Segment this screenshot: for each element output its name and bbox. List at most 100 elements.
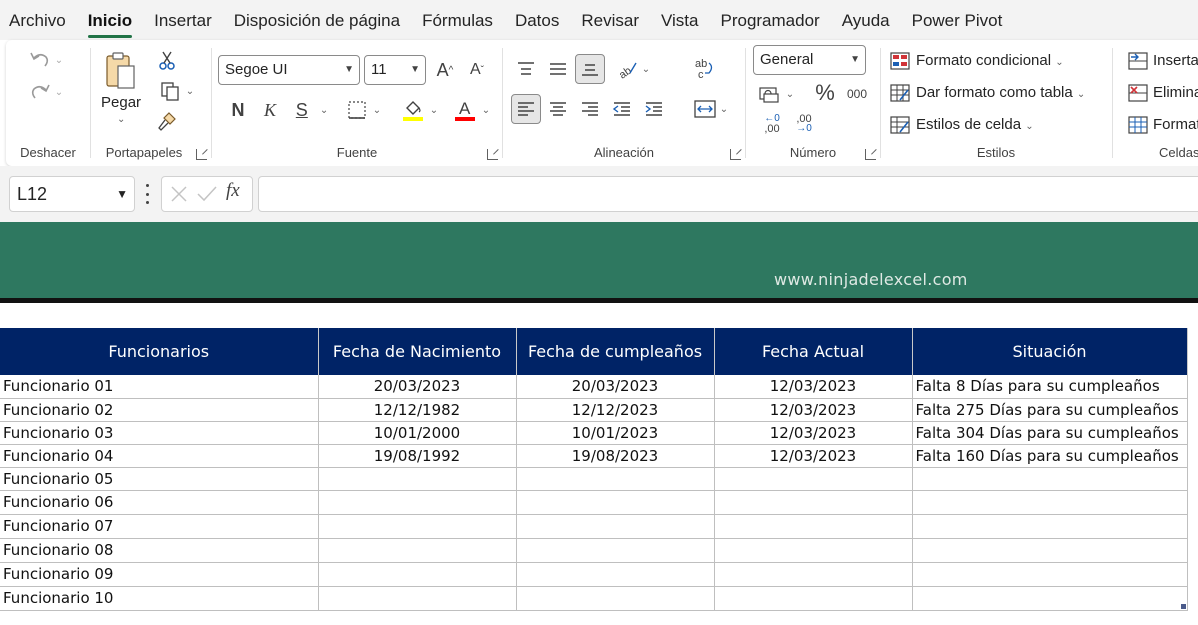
font-color-button[interactable]: A ⌄	[450, 96, 494, 124]
header-fecha-actual[interactable]: Fecha Actual	[714, 328, 913, 375]
format-painter-icon[interactable]	[155, 110, 179, 132]
cut-icon[interactable]	[155, 50, 179, 72]
cell-situacion[interactable]: Falta 275 Días para su cumpleaños	[912, 398, 1188, 422]
cell-fecha-nacimiento[interactable]	[318, 586, 517, 611]
cell-fecha-actual[interactable]	[714, 586, 913, 611]
cell-fecha-nacimiento[interactable]	[318, 467, 517, 491]
cell-funcionario[interactable]: Funcionario 09	[0, 562, 319, 587]
redo-button[interactable]: ⌄	[24, 80, 68, 104]
cell-fecha-cumpleanos[interactable]: 20/03/2023	[516, 375, 715, 399]
format-cells-button[interactable]: Format	[1153, 116, 1198, 133]
number-launcher-icon[interactable]	[865, 149, 876, 160]
tab-ayuda[interactable]: Ayuda	[831, 0, 901, 40]
cell-funcionario[interactable]: Funcionario 07	[0, 514, 319, 539]
delete-cells-icon[interactable]	[1127, 82, 1149, 104]
undo-button[interactable]: ⌄	[24, 48, 68, 72]
align-top-icon[interactable]	[511, 54, 541, 84]
cancel-icon[interactable]	[168, 183, 190, 205]
italic-icon[interactable]: K	[258, 96, 282, 124]
tab-revisar[interactable]: Revisar	[570, 0, 650, 40]
tab-inicio[interactable]: Inicio	[77, 0, 143, 40]
align-middle-icon[interactable]	[543, 54, 573, 84]
cell-fecha-actual[interactable]	[714, 514, 913, 539]
increase-font-icon[interactable]: A ^	[432, 56, 458, 84]
formula-input[interactable]	[258, 176, 1198, 212]
merge-center-button[interactable]: ⌄	[689, 94, 733, 124]
cell-funcionario[interactable]: Funcionario 06	[0, 490, 319, 515]
chevron-down-icon[interactable]: ▼	[116, 177, 128, 211]
cell-fecha-cumpleanos[interactable]	[516, 490, 715, 515]
currency-button[interactable]: ⌄	[754, 82, 798, 106]
table-resize-handle[interactable]	[1181, 604, 1186, 609]
cell-fecha-cumpleanos[interactable]	[516, 586, 715, 611]
format-as-table-button[interactable]: Dar formato como tabla ⌄	[916, 84, 1085, 101]
bold-icon[interactable]: N	[226, 96, 250, 124]
cell-funcionario[interactable]: Funcionario 03	[0, 421, 319, 445]
cell-fecha-actual[interactable]: 12/03/2023	[714, 398, 913, 422]
cell-fecha-actual[interactable]: 12/03/2023	[714, 421, 913, 445]
fill-color-button[interactable]: ⌄	[398, 96, 442, 124]
cell-situacion[interactable]	[912, 514, 1188, 539]
decrease-font-icon[interactable]: Aˇ	[464, 56, 490, 84]
number-format-select[interactable]: General ▼	[753, 45, 866, 75]
borders-button[interactable]: ⌄	[342, 96, 386, 124]
cell-fecha-actual[interactable]: 12/03/2023	[714, 375, 913, 399]
cell-fecha-cumpleanos[interactable]	[516, 562, 715, 587]
paste-dropdown-icon[interactable]: ⌄	[117, 114, 125, 125]
cell-fecha-cumpleanos[interactable]: 12/12/2023	[516, 398, 715, 422]
cell-situacion[interactable]: Falta 304 Días para su cumpleaños	[912, 421, 1188, 445]
orientation-button[interactable]: ab ⌄	[611, 54, 655, 84]
tab-programador[interactable]: Programador	[709, 0, 830, 40]
align-right-icon[interactable]	[575, 94, 605, 124]
tab-vista[interactable]: Vista	[650, 0, 710, 40]
format-as-table-icon[interactable]	[889, 82, 911, 104]
format-cells-icon[interactable]	[1127, 114, 1149, 136]
decrease-decimal-icon[interactable]: ,00 →0	[790, 112, 818, 136]
cell-fecha-cumpleanos[interactable]	[516, 538, 715, 563]
cell-fecha-nacimiento[interactable]	[318, 562, 517, 587]
cell-funcionario[interactable]: Funcionario 05	[0, 467, 319, 491]
insert-cells-button[interactable]: Inserta	[1153, 52, 1198, 69]
cell-fecha-nacimiento[interactable]: 19/08/1992	[318, 444, 517, 468]
cell-styles-button[interactable]: Estilos de celda ⌄	[916, 116, 1034, 133]
tab-datos[interactable]: Datos	[504, 0, 570, 40]
increase-indent-icon[interactable]	[639, 94, 669, 124]
cell-fecha-actual[interactable]	[714, 467, 913, 491]
cell-funcionario[interactable]: Funcionario 04	[0, 444, 319, 468]
alignment-launcher-icon[interactable]	[730, 149, 741, 160]
underline-button[interactable]: S ⌄	[290, 96, 334, 124]
header-situacion[interactable]: Situación	[912, 328, 1188, 375]
align-bottom-icon[interactable]	[575, 54, 605, 84]
cell-fecha-nacimiento[interactable]	[318, 490, 517, 515]
copy-button[interactable]: ⌄	[155, 80, 199, 102]
tab-formulas[interactable]: Fórmulas	[411, 0, 504, 40]
name-box[interactable]: L12 ▼	[9, 176, 135, 212]
cell-funcionario[interactable]: Funcionario 02	[0, 398, 319, 422]
cell-fecha-nacimiento[interactable]	[318, 514, 517, 539]
delete-cells-button[interactable]: Elimina	[1153, 84, 1198, 101]
cell-fecha-nacimiento[interactable]	[318, 538, 517, 563]
tab-power-pivot[interactable]: Power Pivot	[901, 0, 1014, 40]
clipboard-launcher-icon[interactable]	[196, 149, 207, 160]
cell-situacion[interactable]	[912, 586, 1188, 611]
align-left-icon[interactable]	[511, 94, 541, 124]
insert-function-icon[interactable]: fx	[226, 180, 240, 202]
cell-situacion[interactable]: Falta 8 Días para su cumpleaños	[912, 375, 1188, 399]
cell-fecha-nacimiento[interactable]: 10/01/2000	[318, 421, 517, 445]
cell-situacion[interactable]	[912, 467, 1188, 491]
header-fecha-cumpleanos[interactable]: Fecha de cumpleaños	[516, 328, 715, 375]
cell-situacion[interactable]: Falta 160 Días para su cumpleaños	[912, 444, 1188, 468]
paste-label[interactable]: Pegar	[101, 94, 141, 111]
cell-fecha-cumpleanos[interactable]	[516, 514, 715, 539]
tab-archivo[interactable]: Archivo	[0, 0, 77, 40]
conditional-format-button[interactable]: Formato condicional ⌄	[916, 52, 1064, 69]
cell-funcionario[interactable]: Funcionario 10	[0, 586, 319, 611]
cell-fecha-cumpleanos[interactable]: 19/08/2023	[516, 444, 715, 468]
cell-fecha-cumpleanos[interactable]	[516, 467, 715, 491]
cell-funcionario[interactable]: Funcionario 01	[0, 375, 319, 399]
wrap-text-icon[interactable]: ab c	[689, 54, 719, 84]
comma-style-icon[interactable]: 000	[844, 82, 870, 106]
align-center-icon[interactable]	[543, 94, 573, 124]
percent-icon[interactable]: %	[812, 80, 838, 106]
insert-cells-icon[interactable]	[1127, 50, 1149, 72]
